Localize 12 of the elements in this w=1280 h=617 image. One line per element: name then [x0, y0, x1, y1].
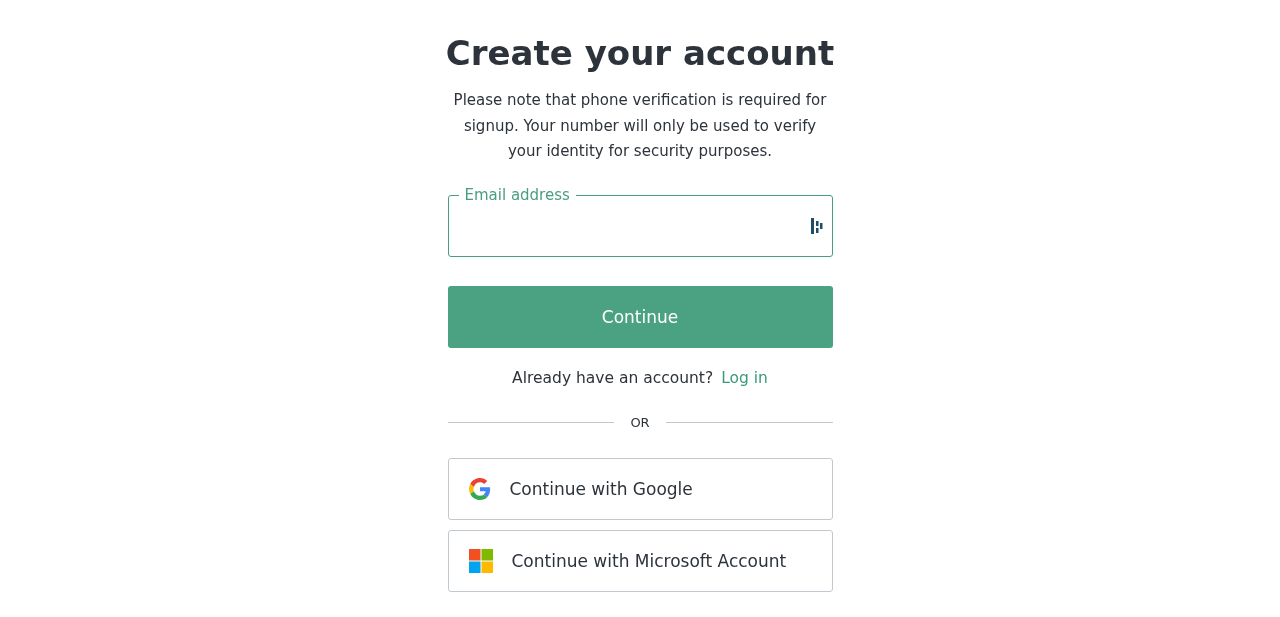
- page-title: Create your account: [445, 32, 835, 75]
- description-text: Please note that phone verification is required for signup. Your number will only be used to verify your identity for security purposes.: [452, 90, 828, 162]
- continue-button[interactable]: Continue: [447, 285, 833, 348]
- microsoft-icon: [468, 548, 493, 573]
- divider-text: OR: [630, 414, 650, 430]
- microsoft-sign-in-button[interactable]: Continue with Microsoft Account: [447, 529, 833, 592]
- login-link[interactable]: Log in: [721, 368, 768, 387]
- google-sign-in-button[interactable]: Continue with Google: [447, 457, 833, 520]
- login-prompt-text: Already have an account?: [512, 368, 714, 387]
- google-icon: [468, 477, 491, 500]
- email-field[interactable]: Email address: [447, 184, 833, 257]
- password-manager-icon[interactable]: [810, 217, 823, 234]
